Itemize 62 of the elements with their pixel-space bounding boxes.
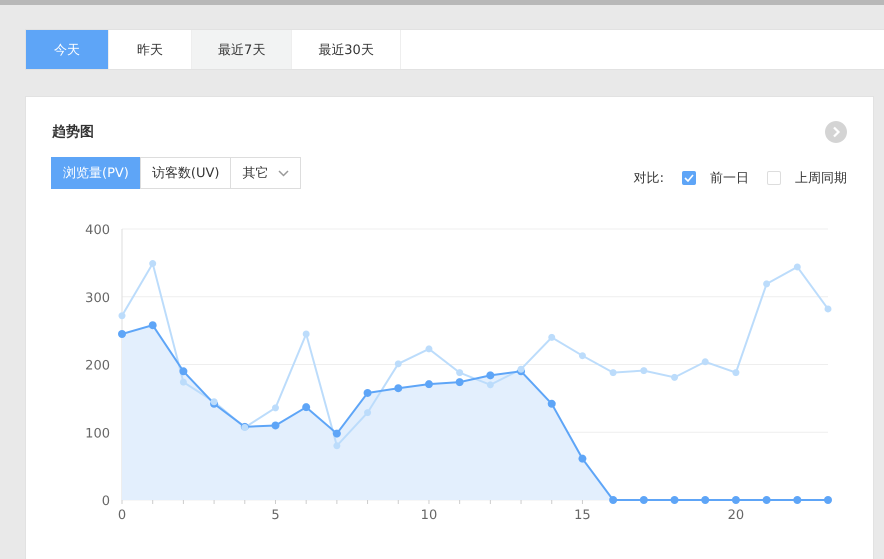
data-point: [824, 496, 832, 504]
data-point: [118, 312, 126, 320]
data-point: [701, 496, 710, 504]
data-point: [456, 378, 464, 386]
chevron-down-icon: [278, 170, 290, 176]
data-point: [118, 330, 126, 338]
data-point: [272, 404, 279, 412]
y-tick-label: 200: [85, 358, 110, 374]
data-point: [671, 374, 678, 381]
y-tick-label: 0: [102, 494, 110, 509]
y-tick-label: 400: [85, 223, 110, 238]
data-point: [302, 330, 310, 338]
data-point: [548, 400, 556, 408]
x-tick-label: 0: [118, 508, 126, 523]
x-tick-label: 15: [574, 508, 591, 523]
metric-button[interactable]: 访客数(UV): [140, 157, 232, 189]
data-point: [394, 360, 402, 368]
data-point: [578, 454, 586, 463]
checkbox[interactable]: [682, 171, 696, 185]
data-point: [793, 496, 802, 504]
data-point: [364, 388, 372, 397]
x-tick-label: 5: [271, 508, 280, 523]
data-point: [332, 430, 341, 438]
data-point: [732, 496, 740, 504]
data-point: [302, 403, 310, 412]
data-point: [486, 381, 494, 388]
data-point: [180, 378, 187, 386]
data-point: [394, 384, 402, 392]
compare-label: 对比:: [634, 170, 664, 187]
card-title: 趋势图: [52, 123, 94, 141]
checkbox-label: 前一日: [710, 170, 749, 187]
data-point: [456, 369, 464, 376]
data-point: [364, 409, 372, 416]
data-point: [763, 280, 770, 288]
next-icon[interactable]: [825, 121, 847, 143]
data-point: [762, 496, 771, 504]
data-point: [640, 367, 648, 374]
data-point: [670, 496, 679, 504]
data-point: [149, 260, 156, 268]
data-point: [179, 367, 188, 376]
data-point: [271, 421, 280, 430]
data-point: [424, 380, 433, 388]
data-point: [425, 345, 432, 352]
data-point: [732, 369, 740, 376]
data-point: [578, 352, 586, 360]
data-point: [333, 442, 340, 450]
data-point: [702, 358, 709, 366]
data-point: [794, 263, 801, 270]
data-point: [548, 334, 556, 341]
x-tick-label: 20: [728, 508, 744, 523]
data-point: [824, 305, 832, 312]
x-tick-label: 10: [420, 508, 438, 523]
data-point: [609, 496, 618, 504]
y-tick-label: 100: [85, 426, 110, 442]
data-point: [148, 321, 157, 330]
data-point: [640, 496, 648, 504]
metric-dropdown[interactable]: 其它: [230, 157, 302, 189]
y-tick-label: 300: [85, 290, 110, 306]
tab[interactable]: 最近7天: [192, 30, 292, 69]
checkbox-label: 上周同期: [795, 170, 847, 187]
data-point: [610, 369, 617, 376]
data-point: [486, 371, 494, 380]
